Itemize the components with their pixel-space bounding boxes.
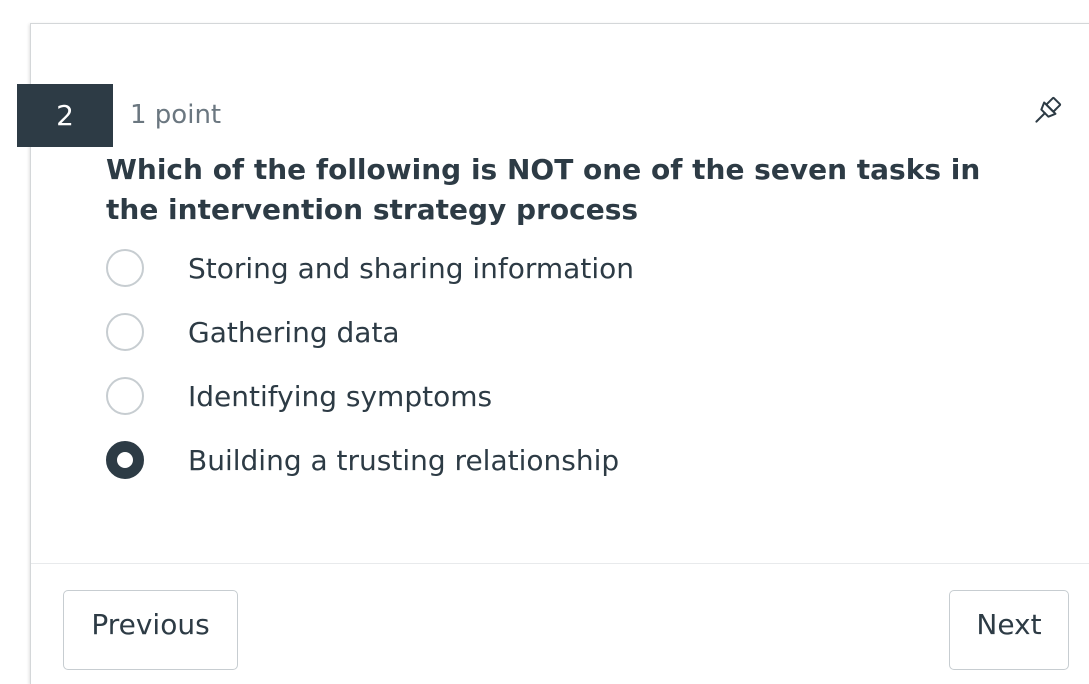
radio-button[interactable] bbox=[106, 313, 144, 351]
question-number: 2 bbox=[56, 99, 74, 132]
answer-option-4[interactable]: Building a trusting relationship bbox=[106, 436, 806, 484]
answer-option-3[interactable]: Identifying symptoms bbox=[106, 372, 806, 420]
answer-label: Identifying symptoms bbox=[188, 379, 493, 413]
answer-option-1[interactable]: Storing and sharing information bbox=[106, 244, 806, 292]
radio-button[interactable] bbox=[106, 249, 144, 287]
answer-label: Building a trusting relationship bbox=[188, 443, 620, 477]
pin-icon[interactable] bbox=[1030, 94, 1064, 128]
question-number-badge: 2 bbox=[17, 84, 113, 147]
answer-label: Storing and sharing information bbox=[188, 251, 634, 285]
answer-option-2[interactable]: Gathering data bbox=[106, 308, 806, 356]
footer-divider bbox=[31, 563, 1089, 564]
radio-button-selected[interactable] bbox=[106, 441, 144, 479]
question-text: Which of the following is NOT one of the… bbox=[106, 153, 981, 226]
previous-button[interactable]: Previous bbox=[63, 590, 238, 670]
answer-label: Gathering data bbox=[188, 315, 400, 349]
question-points: 1 point bbox=[130, 100, 222, 130]
radio-button[interactable] bbox=[106, 377, 144, 415]
next-button[interactable]: Next bbox=[949, 590, 1069, 670]
